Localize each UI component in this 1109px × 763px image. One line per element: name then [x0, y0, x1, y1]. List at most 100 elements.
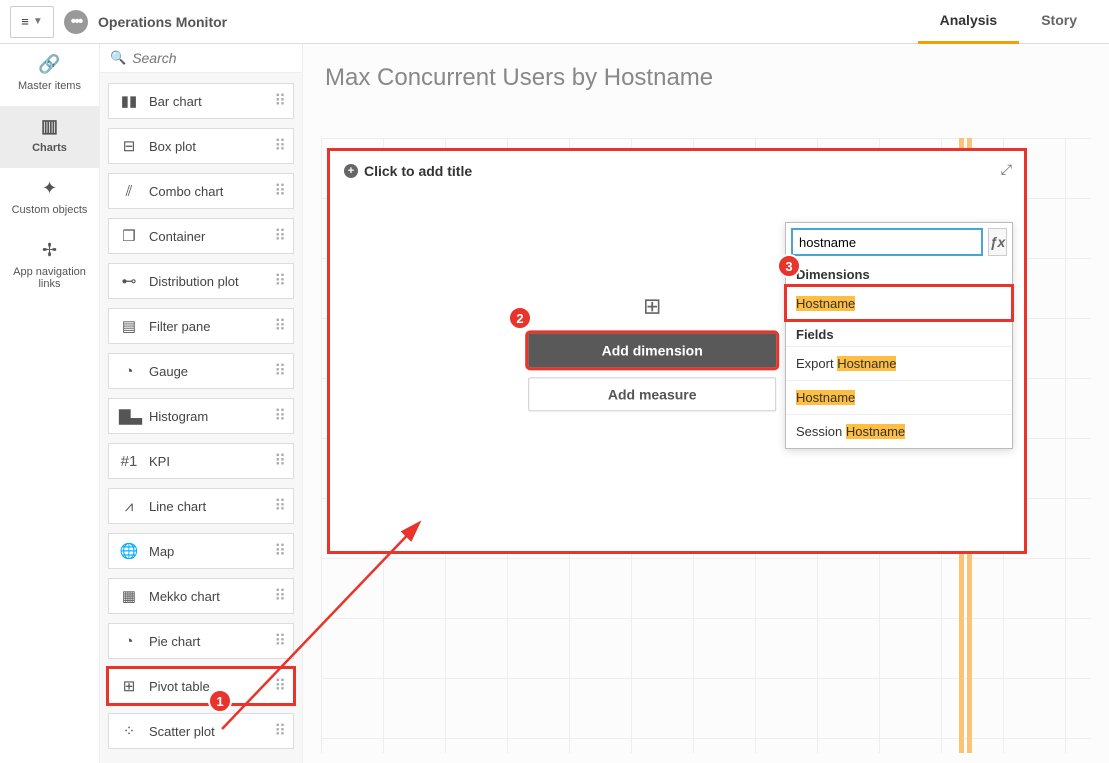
- grip-icon: ⠿: [274, 181, 285, 201]
- nav-master-items[interactable]: 🔗 Master items: [0, 44, 99, 106]
- object-center: ⊞ Add dimension Add measure: [528, 293, 776, 421]
- fx-button[interactable]: ƒx: [988, 228, 1007, 256]
- chart-item-mekko-chart[interactable]: ▦ Mekko chart⠿: [108, 578, 294, 614]
- line-chart-icon: ⩘: [119, 498, 139, 515]
- chart-item-distribution-plot[interactable]: ⊷Distribution plot⠿: [108, 263, 294, 299]
- combo-chart-icon: ⫽: [119, 183, 139, 200]
- grip-icon: ⠿: [274, 451, 285, 471]
- grip-icon: ⠿: [274, 586, 285, 606]
- app-title: Operations Monitor: [98, 14, 227, 30]
- section-fields-header: Fields: [786, 320, 1012, 346]
- puzzle-icon: ✦: [4, 178, 95, 199]
- tab-analysis[interactable]: Analysis: [918, 0, 1020, 44]
- grip-icon: ⠿: [274, 496, 285, 516]
- chart-item-histogram[interactable]: ▇▃ Histogram⠿: [108, 398, 294, 434]
- section-dimensions-header: Dimensions: [786, 261, 1012, 286]
- chart-item-label: Bar chart: [149, 94, 274, 109]
- box-plot-icon: ⊟: [119, 137, 139, 155]
- chart-item-map[interactable]: 🌐Map⠿: [108, 533, 294, 569]
- chart-item-label: Box plot: [149, 139, 274, 154]
- nav-custom-objects[interactable]: ✦ Custom objects: [0, 168, 99, 230]
- highlighted-text: Hostname: [846, 424, 905, 439]
- chart-item-label: Mekko chart: [149, 589, 274, 604]
- dimension-hostname[interactable]: Hostname: [786, 286, 1012, 320]
- filter-pane-icon: ▤: [119, 317, 139, 335]
- field-hostname[interactable]: Hostname: [786, 380, 1012, 414]
- highlighted-text: Hostname: [796, 296, 855, 311]
- chart-list-panel: 🔍 ▮▮Bar chart⠿⊟Box plot⠿⫽Combo chart⠿❒Co…: [100, 44, 303, 763]
- object-title-area[interactable]: + Click to add title: [338, 159, 1016, 183]
- search-input[interactable]: [132, 50, 314, 66]
- chart-item-pivot-table[interactable]: ⊞Pivot table⠿: [108, 668, 294, 704]
- field-export-hostname[interactable]: Export Hostname: [786, 346, 1012, 380]
- highlighted-text: Hostname: [796, 390, 855, 405]
- distribution-plot-icon: ⊷: [119, 272, 139, 290]
- gauge-icon: ◔: [119, 363, 139, 380]
- plus-icon: +: [344, 164, 358, 178]
- expression-input[interactable]: [791, 228, 983, 256]
- nav-label: Master items: [18, 80, 81, 92]
- chart-item-label: Gauge: [149, 364, 274, 379]
- expand-icon[interactable]: ⤢: [1001, 161, 1012, 178]
- nav-label: App navigation links: [13, 266, 86, 290]
- chart-item-gauge[interactable]: ◔ Gauge⠿: [108, 353, 294, 389]
- sheet-title[interactable]: Max Concurrent Users by Hostname: [303, 44, 1109, 100]
- container-icon: ❒: [119, 227, 139, 245]
- chart-item-bar-chart[interactable]: ▮▮ Bar chart⠿: [108, 83, 294, 119]
- grip-icon: ⠿: [274, 136, 285, 156]
- chart-item-label: Histogram: [149, 409, 274, 424]
- search-wrap: 🔍: [100, 44, 302, 73]
- pivot-table-icon: ⊞: [528, 293, 776, 319]
- add-measure-button[interactable]: Add measure: [528, 377, 776, 411]
- left-nav: 🔗 Master items ▥ Charts ✦ Custom objects…: [0, 44, 100, 763]
- chevron-down-icon: ▼: [33, 16, 43, 27]
- signpost-icon: ✢: [4, 240, 95, 261]
- nav-label: Charts: [32, 142, 67, 154]
- callout-badge-1: 1: [208, 689, 232, 713]
- add-dimension-button[interactable]: Add dimension: [528, 333, 776, 367]
- highlighted-text: Hostname: [837, 356, 896, 371]
- chart-item-line-chart[interactable]: ⩘Line chart⠿: [108, 488, 294, 524]
- link-icon: 🔗: [4, 54, 95, 75]
- field-session-hostname[interactable]: Session Hostname: [786, 414, 1012, 448]
- nav-charts[interactable]: ▥ Charts: [0, 106, 99, 168]
- chart-item-scatter-plot[interactable]: ⁘Scatter plot⠿: [108, 713, 294, 749]
- chart-item-label: Filter pane: [149, 319, 274, 334]
- chart-item-box-plot[interactable]: ⊟ Box plot⠿: [108, 128, 294, 164]
- topbar: ≡ ▼ ••• Operations Monitor Analysis Stor…: [0, 0, 1109, 44]
- nav-app-navigation-links[interactable]: ✢ App navigation links: [0, 230, 99, 304]
- grip-icon: ⠿: [274, 406, 285, 426]
- grip-icon: ⠿: [274, 361, 285, 381]
- chart-item-pie-chart[interactable]: ◔Pie chart⠿: [108, 623, 294, 659]
- object-title-prompt: Click to add title: [364, 163, 472, 179]
- grip-icon: ⠿: [274, 226, 285, 246]
- bar-chart-icon: ▮▮: [119, 92, 139, 110]
- field-popover: ƒx Dimensions Hostname Fields Export Hos…: [785, 222, 1013, 449]
- menu-button[interactable]: ≡ ▼: [10, 6, 54, 38]
- chart-item-container[interactable]: ❒ Container⠿: [108, 218, 294, 254]
- app-icon: •••: [64, 10, 88, 34]
- grip-icon: ⠿: [274, 721, 285, 741]
- chart-item-label: Pie chart: [149, 634, 274, 649]
- chart-item-combo-chart[interactable]: ⫽ Combo chart⠿: [108, 173, 294, 209]
- kpi-icon: #1: [119, 453, 139, 470]
- mekko-chart-icon: ▦: [119, 587, 139, 605]
- chart-item-kpi[interactable]: #1KPI⠿: [108, 443, 294, 479]
- chart-item-label: Map: [149, 544, 274, 559]
- tab-story[interactable]: Story: [1019, 0, 1099, 44]
- chart-item-filter-pane[interactable]: ▤ Filter pane⠿: [108, 308, 294, 344]
- scatter-plot-icon: ⁘: [119, 722, 139, 740]
- chart-item-label: Combo chart: [149, 184, 274, 199]
- grip-icon: ⠿: [274, 91, 285, 111]
- map-icon: 🌐: [119, 542, 139, 560]
- grip-icon: ⠿: [274, 676, 285, 696]
- chart-list: ▮▮Bar chart⠿⊟Box plot⠿⫽Combo chart⠿❒Cont…: [100, 73, 302, 763]
- chart-item-label: Container: [149, 229, 274, 244]
- grip-icon: ⠿: [274, 271, 285, 291]
- canvas: Max Concurrent Users by Hostname + Click…: [303, 44, 1109, 763]
- grip-icon: ⠿: [274, 316, 285, 336]
- callout-badge-3: 3: [777, 254, 801, 278]
- pivot-table-icon: ⊞: [119, 677, 139, 695]
- hamburger-icon: ≡: [21, 14, 29, 29]
- histogram-icon: ▇▃: [119, 407, 139, 425]
